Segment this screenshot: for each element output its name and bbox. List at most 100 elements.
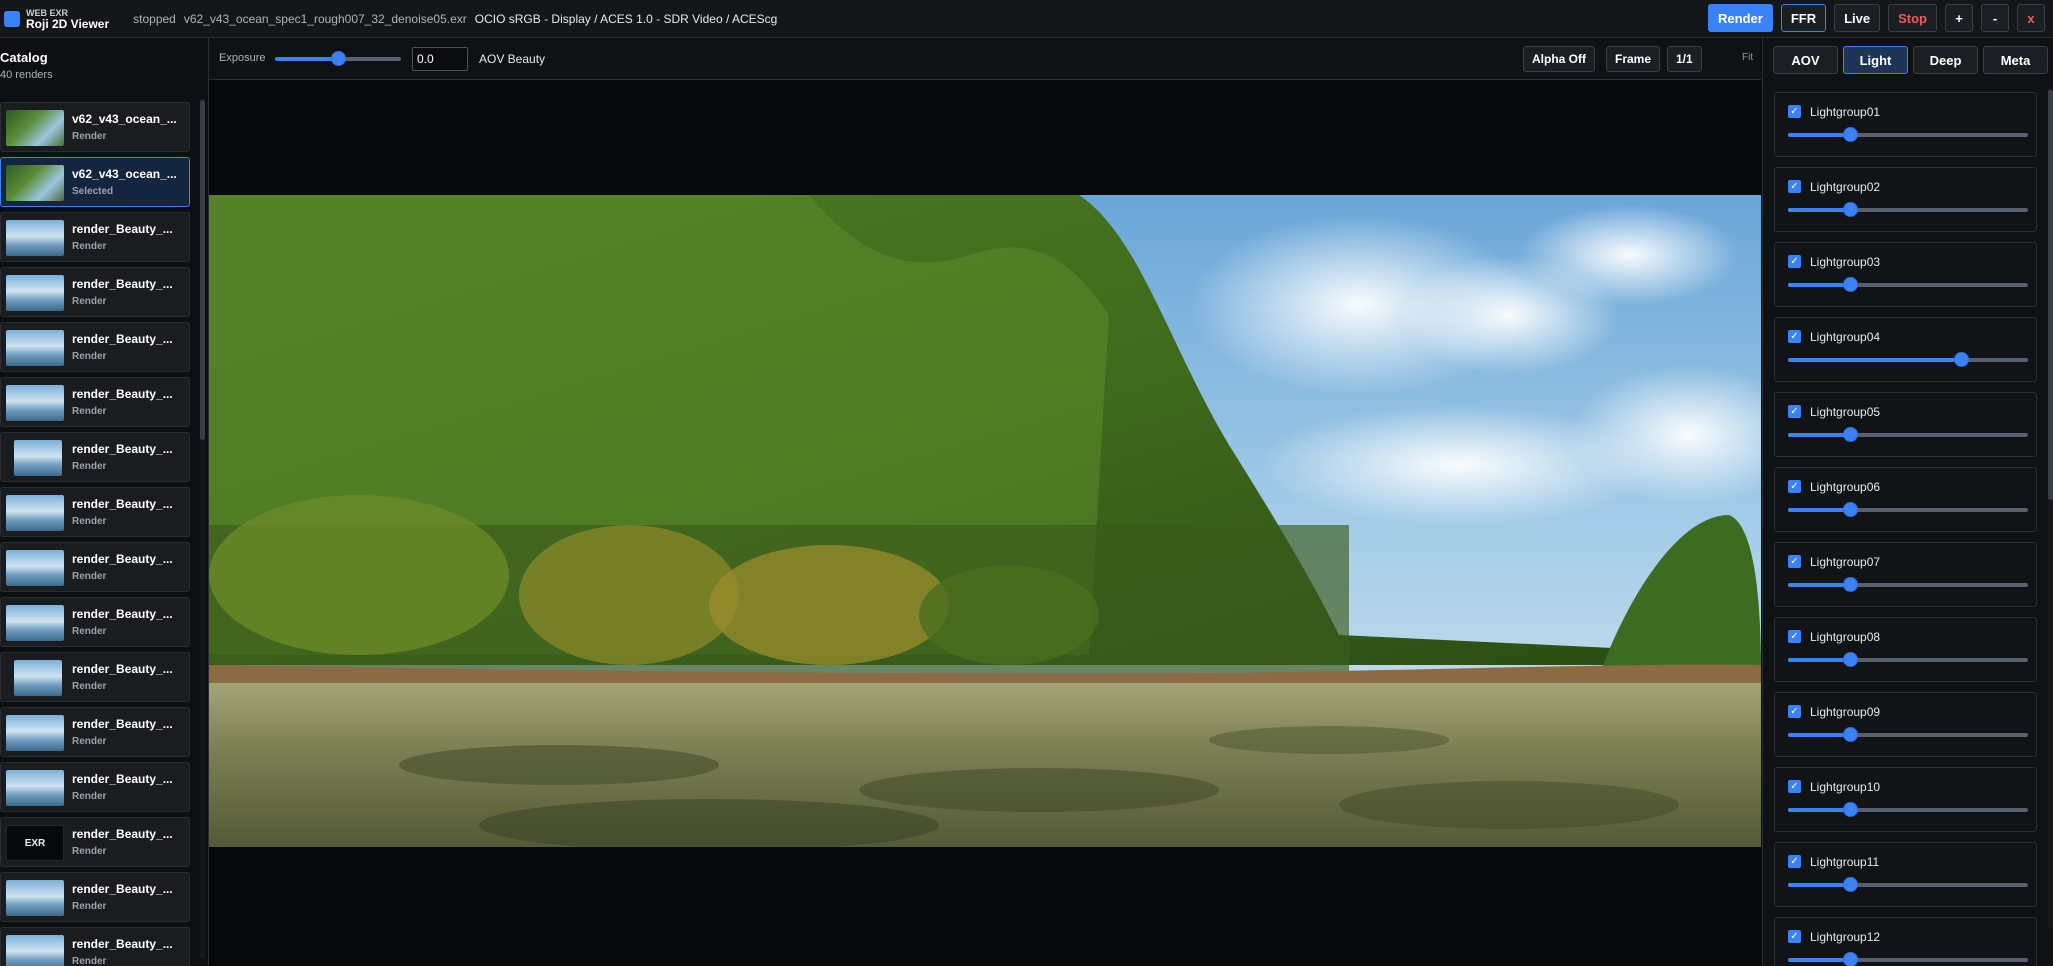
close-button[interactable]: x	[2017, 4, 2045, 32]
catalog-item[interactable]: v62_v43_ocean_... Selected	[0, 157, 190, 207]
live-button[interactable]: Live	[1834, 4, 1881, 32]
lightgroup-slider[interactable]	[1788, 352, 2028, 368]
lightgroup-checkbox[interactable]: ✓	[1788, 930, 1801, 943]
catalog-item[interactable]: render_Beauty_... Render	[0, 927, 190, 966]
lightgroup-slider-handle[interactable]	[1843, 652, 1859, 667]
lightgroup-slider[interactable]	[1788, 427, 2028, 443]
lightgroup-label: Lightgroup11	[1810, 855, 1880, 869]
catalog-item[interactable]: render_Beauty_... Render	[0, 377, 190, 427]
lightgroup-slider-fill	[1788, 583, 1851, 587]
lightgroup-slider-handle[interactable]	[1843, 277, 1859, 292]
lightgroup-slider-handle[interactable]	[1843, 127, 1859, 142]
lightgroup-slider-handle[interactable]	[1843, 427, 1859, 442]
exposure-slider-handle[interactable]	[331, 51, 346, 66]
catalog-item[interactable]: render_Beauty_... Render	[0, 597, 190, 647]
lightgroup-checkbox[interactable]: ✓	[1788, 855, 1801, 868]
lightgroup-slider[interactable]	[1788, 652, 2028, 668]
brand: WEB EXR Roji 2D Viewer	[26, 8, 109, 30]
lightgroup-slider[interactable]	[1788, 502, 2028, 518]
catalog-item-title: render_Beauty_...	[72, 937, 173, 951]
lightgroup-checkbox[interactable]: ✓	[1788, 330, 1801, 343]
catalog-thumbnail	[14, 440, 62, 476]
app-logo-icon	[4, 10, 20, 27]
catalog-item-title: render_Beauty_...	[72, 332, 173, 346]
catalog-item[interactable]: render_Beauty_... Render	[0, 267, 190, 317]
lightgroup-slider-handle[interactable]	[1843, 202, 1859, 217]
catalog-item-title: render_Beauty_...	[72, 222, 173, 236]
lightgroup-slider[interactable]	[1788, 577, 2028, 593]
lightgroup-checkbox[interactable]: ✓	[1788, 180, 1801, 193]
render-image	[209, 195, 1761, 847]
lightgroup-row: ✓ Lightgroup03	[1774, 242, 2037, 307]
zoom-out-button[interactable]: -	[1981, 4, 2009, 32]
lightgroup-slider[interactable]	[1788, 952, 2028, 966]
catalog-item[interactable]: render_Beauty_... Render	[0, 212, 190, 262]
catalog-thumbnail	[6, 495, 64, 531]
frame-button[interactable]: Frame	[1606, 46, 1661, 72]
catalog-item[interactable]: render_Beauty_... Render	[0, 432, 190, 482]
lightgroup-label: Lightgroup05	[1810, 405, 1881, 419]
tab-meta[interactable]: Meta	[1983, 46, 2048, 74]
tab-deep[interactable]: Deep	[1913, 46, 1978, 74]
lightgroup-checkbox[interactable]: ✓	[1788, 630, 1801, 643]
lightgroup-checkbox[interactable]: ✓	[1788, 405, 1801, 418]
fit-label[interactable]: Fit	[1742, 52, 1753, 63]
lightgroup-checkbox[interactable]: ✓	[1788, 105, 1801, 118]
lightgroup-slider-handle[interactable]	[1843, 502, 1859, 517]
catalog-thumbnail	[6, 715, 64, 751]
render-button[interactable]: Render	[1708, 4, 1773, 32]
lightgroup-row: ✓ Lightgroup10	[1774, 767, 2037, 832]
catalog-item[interactable]: render_Beauty_... Render	[0, 487, 190, 537]
exposure-slider-fill	[275, 57, 338, 61]
catalog-item-status: Render	[72, 901, 107, 912]
catalog-item[interactable]: render_Beauty_... Render	[0, 707, 190, 757]
alpha-toggle-button[interactable]: Alpha Off	[1523, 46, 1595, 72]
lightgroup-slider-handle[interactable]	[1953, 352, 1969, 367]
panel-scrollbar-thumb[interactable]	[2048, 90, 2053, 500]
lightgroup-checkbox[interactable]: ✓	[1788, 705, 1801, 718]
catalog-item-title: render_Beauty_...	[72, 772, 173, 786]
lightgroup-slider-handle[interactable]	[1843, 727, 1859, 742]
lightgroup-label: Lightgroup09	[1810, 705, 1881, 719]
lightgroup-row: ✓ Lightgroup07	[1774, 542, 2037, 607]
lightgroup-slider-fill	[1788, 208, 1851, 212]
lightgroup-slider[interactable]	[1788, 802, 2028, 818]
catalog-item[interactable]: EXR render_Beauty_... Render	[0, 817, 190, 867]
lightgroup-checkbox[interactable]: ✓	[1788, 780, 1801, 793]
exposure-slider[interactable]	[275, 51, 401, 67]
lightgroup-slider-fill	[1788, 433, 1851, 437]
lightgroup-slider-handle[interactable]	[1843, 577, 1859, 592]
lightgroup-slider-handle[interactable]	[1843, 952, 1859, 966]
catalog-item[interactable]: render_Beauty_... Render	[0, 652, 190, 702]
catalog-item[interactable]: render_Beauty_... Render	[0, 762, 190, 812]
catalog-item[interactable]: v62_v43_ocean_... Render	[0, 102, 190, 152]
lightgroup-slider[interactable]	[1788, 877, 2028, 893]
catalog-item-status: Render	[72, 131, 107, 142]
lightgroup-slider[interactable]	[1788, 277, 2028, 293]
pixel-ratio-button[interactable]: 1/1	[1667, 46, 1702, 72]
catalog-item[interactable]: render_Beauty_... Render	[0, 542, 190, 592]
lightgroup-checkbox[interactable]: ✓	[1788, 480, 1801, 493]
catalog-title: Catalog	[0, 50, 48, 65]
lightgroup-checkbox[interactable]: ✓	[1788, 555, 1801, 568]
exposure-input[interactable]	[412, 47, 468, 71]
lightgroup-slider[interactable]	[1788, 202, 2028, 218]
lightgroup-list: ✓ Lightgroup01 ✓ Lightgroup02 ✓ Lightgroup03 ✓…	[1774, 92, 2037, 966]
image-viewport[interactable]	[209, 81, 1761, 966]
catalog-item[interactable]: render_Beauty_... Render	[0, 322, 190, 372]
lightgroup-slider-handle[interactable]	[1843, 877, 1859, 892]
catalog-item-status: Render	[72, 516, 107, 527]
ffr-button[interactable]: FFR	[1780, 4, 1827, 32]
stop-button[interactable]: Stop	[1888, 4, 1937, 32]
lightgroup-checkbox[interactable]: ✓	[1788, 255, 1801, 268]
catalog-item-title: render_Beauty_...	[72, 827, 173, 841]
lightgroup-slider[interactable]	[1788, 127, 2028, 143]
zoom-in-button[interactable]: +	[1945, 4, 1973, 32]
lightgroup-slider-handle[interactable]	[1843, 802, 1859, 817]
lightgroup-slider-fill	[1788, 958, 1851, 962]
lightgroup-slider[interactable]	[1788, 727, 2028, 743]
catalog-scrollbar-thumb[interactable]	[200, 100, 205, 440]
catalog-item[interactable]: render_Beauty_... Render	[0, 872, 190, 922]
tab-light[interactable]: Light	[1843, 46, 1908, 74]
tab-aov[interactable]: AOV	[1773, 46, 1838, 74]
